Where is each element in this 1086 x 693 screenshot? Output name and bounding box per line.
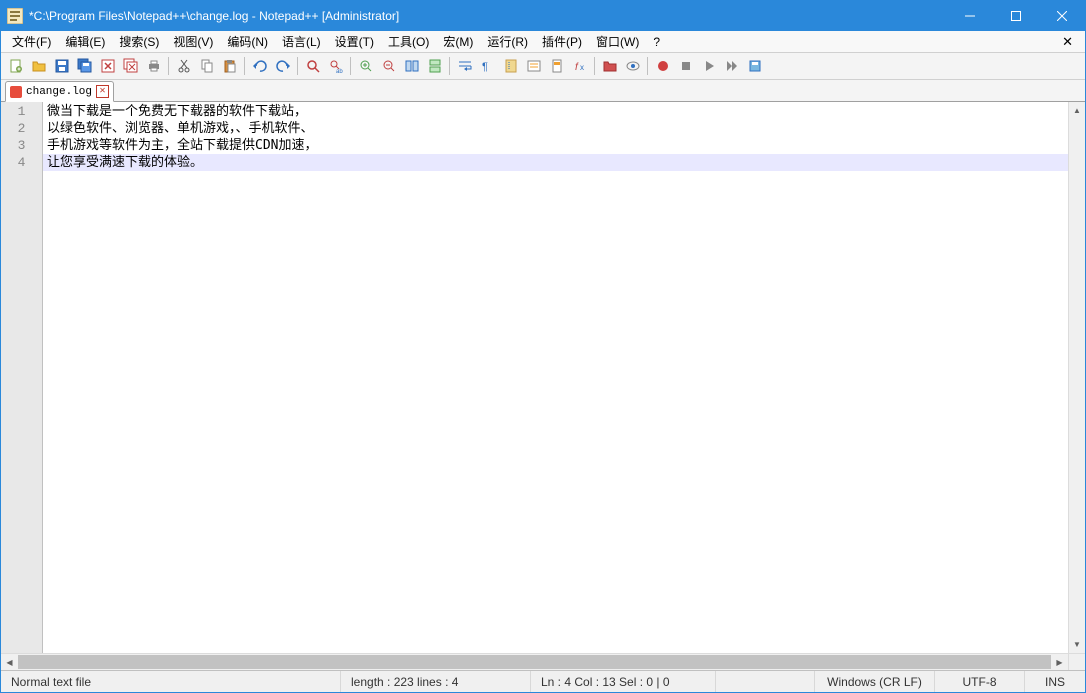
menu-file[interactable]: 文件(F): [5, 31, 58, 52]
svg-text:x: x: [580, 63, 584, 72]
menu-window[interactable]: 窗口(W): [589, 31, 646, 52]
tab-change-log[interactable]: change.log ✕: [5, 81, 114, 102]
toolbar-separator: [647, 57, 648, 75]
toolbar-separator: [449, 57, 450, 75]
tabbar: change.log ✕: [1, 80, 1085, 102]
line-number-gutter: 1 2 3 4: [1, 102, 43, 653]
menubar-close-button[interactable]: ✕: [1054, 34, 1081, 50]
menu-tools[interactable]: 工具(O): [381, 31, 436, 52]
toolbar: ab ¶ fx: [1, 53, 1085, 80]
sync-vscroll-icon[interactable]: [401, 56, 422, 77]
redo-icon[interactable]: [272, 56, 293, 77]
scroll-left-icon[interactable]: ◀: [1, 654, 18, 670]
find-icon[interactable]: [302, 56, 323, 77]
minimize-button[interactable]: [947, 1, 993, 31]
menu-edit[interactable]: 编辑(E): [58, 31, 112, 52]
code-line: 手机游戏等软件为主，全站下载提供CDN加速，: [47, 137, 1068, 154]
scrollbar-thumb[interactable]: [18, 655, 1051, 669]
status-insert-mode[interactable]: INS: [1025, 671, 1085, 692]
sync-hscroll-icon[interactable]: [424, 56, 445, 77]
modified-file-icon: [10, 86, 22, 98]
scroll-up-icon[interactable]: ▲: [1069, 102, 1085, 119]
tab-close-icon[interactable]: ✕: [96, 85, 109, 98]
window-title: *C:\Program Files\Notepad++\change.log -…: [29, 9, 947, 23]
menu-plugins[interactable]: 插件(P): [535, 31, 589, 52]
replace-icon[interactable]: ab: [325, 56, 346, 77]
toolbar-separator: [168, 57, 169, 75]
toolbar-separator: [594, 57, 595, 75]
window-controls: [947, 1, 1085, 31]
editor-area: 1 2 3 4 微当下载是一个免费无下载器的软件下载站， 以绿色软件、浏览器、单…: [1, 102, 1085, 670]
print-icon[interactable]: [143, 56, 164, 77]
menu-help[interactable]: ?: [646, 33, 667, 51]
close-button[interactable]: [1039, 1, 1085, 31]
svg-text:¶: ¶: [482, 61, 488, 73]
toolbar-separator: [350, 57, 351, 75]
copy-icon[interactable]: [196, 56, 217, 77]
line-number: 3: [1, 137, 42, 154]
scroll-down-icon[interactable]: ▼: [1069, 636, 1085, 653]
cut-icon[interactable]: [173, 56, 194, 77]
new-file-icon[interactable]: [5, 56, 26, 77]
folder-workspace-icon[interactable]: [599, 56, 620, 77]
stop-macro-icon[interactable]: [675, 56, 696, 77]
menu-view[interactable]: 视图(V): [166, 31, 220, 52]
scroll-corner: [1068, 653, 1085, 670]
doc-map-icon[interactable]: [546, 56, 567, 77]
horizontal-scrollbar[interactable]: ◀ ▶: [1, 653, 1068, 670]
menu-language[interactable]: 语言(L): [275, 31, 328, 52]
function-list-icon[interactable]: fx: [569, 56, 590, 77]
menu-run[interactable]: 运行(R): [480, 31, 535, 52]
code-line-current: 让您享受满速下载的体验。: [43, 154, 1068, 171]
close-all-icon[interactable]: [120, 56, 141, 77]
line-number: 1: [1, 103, 42, 120]
menubar: 文件(F) 编辑(E) 搜索(S) 视图(V) 编码(N) 语言(L) 设置(T…: [1, 31, 1085, 53]
vertical-scrollbar[interactable]: ▲ ▼: [1068, 102, 1085, 653]
maximize-button[interactable]: [993, 1, 1039, 31]
paste-icon[interactable]: [219, 56, 240, 77]
line-number: 2: [1, 120, 42, 137]
scroll-right-icon[interactable]: ▶: [1051, 654, 1068, 670]
indent-guide-icon[interactable]: [500, 56, 521, 77]
play-multi-icon[interactable]: [721, 56, 742, 77]
user-lang-icon[interactable]: [523, 56, 544, 77]
play-macro-icon[interactable]: [698, 56, 719, 77]
svg-text:ab: ab: [336, 69, 343, 74]
record-macro-icon[interactable]: [652, 56, 673, 77]
show-all-chars-icon[interactable]: ¶: [477, 56, 498, 77]
save-all-icon[interactable]: [74, 56, 95, 77]
status-position: Ln : 4 Col : 13 Sel : 0 | 0: [531, 671, 716, 692]
status-encoding[interactable]: UTF-8: [935, 671, 1025, 692]
toolbar-separator: [244, 57, 245, 75]
text-editor[interactable]: 微当下载是一个免费无下载器的软件下载站， 以绿色软件、浏览器、单机游戏，、手机软…: [43, 102, 1068, 653]
titlebar: *C:\Program Files\Notepad++\change.log -…: [1, 1, 1085, 31]
status-length: length : 223 lines : 4: [341, 671, 531, 692]
save-icon[interactable]: [51, 56, 72, 77]
tab-label: change.log: [26, 86, 92, 98]
open-file-icon[interactable]: [28, 56, 49, 77]
status-gap: [716, 671, 815, 692]
zoom-out-icon[interactable]: [378, 56, 399, 77]
word-wrap-icon[interactable]: [454, 56, 475, 77]
code-line: 微当下载是一个免费无下载器的软件下载站，: [47, 103, 1068, 120]
toolbar-separator: [297, 57, 298, 75]
undo-icon[interactable]: [249, 56, 270, 77]
save-macro-icon[interactable]: [744, 56, 765, 77]
menu-encoding[interactable]: 编码(N): [220, 31, 275, 52]
svg-text:f: f: [575, 62, 579, 73]
monitor-icon[interactable]: [622, 56, 643, 77]
close-file-icon[interactable]: [97, 56, 118, 77]
statusbar: Normal text file length : 223 lines : 4 …: [1, 670, 1085, 692]
status-filetype: Normal text file: [1, 671, 341, 692]
status-eol[interactable]: Windows (CR LF): [815, 671, 935, 692]
zoom-in-icon[interactable]: [355, 56, 376, 77]
line-number: 4: [1, 154, 42, 171]
menu-settings[interactable]: 设置(T): [328, 31, 381, 52]
app-icon: [7, 8, 23, 24]
menu-search[interactable]: 搜索(S): [112, 31, 166, 52]
code-line: 以绿色软件、浏览器、单机游戏，、手机软件、: [47, 120, 1068, 137]
menu-macro[interactable]: 宏(M): [436, 31, 480, 52]
